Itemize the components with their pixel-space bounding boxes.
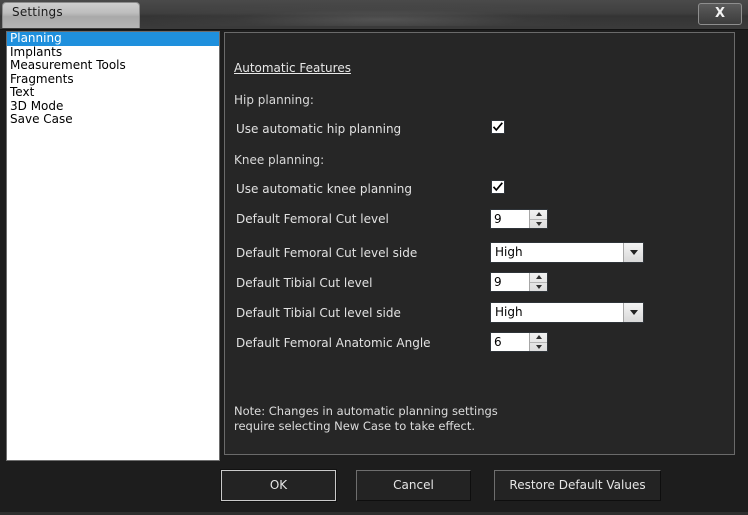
spinner-buttons-femoral-cut-level[interactable] [529,210,547,228]
ok-button[interactable]: OK [220,469,337,502]
label-use-automatic-knee-planning: Use automatic knee planning [236,182,412,196]
sidebar-item-fragments[interactable]: Fragments [7,72,219,87]
sidebar-item-planning[interactable]: Planning [7,32,219,46]
sidebar-item-text[interactable]: Text [7,85,219,100]
spinner-default-femoral-anatomic-angle[interactable]: 6 [490,332,548,352]
note-line-2: require selecting New Case to take effec… [234,419,475,433]
spinner-down-icon[interactable] [530,343,547,352]
dropdown-default-femoral-cut-level-side[interactable]: High [490,242,644,263]
chevron-down-icon[interactable] [623,303,643,322]
sidebar-item-implants[interactable]: Implants [7,45,219,60]
title-bar-background-glare [150,4,570,26]
label-default-tibial-cut-level: Default Tibial Cut level [236,276,373,290]
dropdown-value-femoral-cut-level-side: High [495,245,523,259]
title-bar: Settings X [0,0,748,30]
planning-settings-panel: Automatic Features Hip planning: Use aut… [224,32,735,455]
cancel-button[interactable]: Cancel [356,470,471,501]
spinner-value-femoral-cut-level[interactable]: 9 [491,210,529,228]
chevron-down-icon[interactable] [623,243,643,262]
dropdown-default-tibial-cut-level-side[interactable]: High [490,302,644,323]
spinner-up-icon[interactable] [530,333,547,343]
spinner-buttons-femoral-anatomic-angle[interactable] [529,333,547,351]
restore-default-values-button[interactable]: Restore Default Values [494,470,661,501]
spinner-buttons-tibial-cut-level[interactable] [529,273,547,291]
spinner-up-icon[interactable] [530,273,547,283]
spinner-down-icon[interactable] [530,283,547,292]
category-list[interactable]: Planning Implants Measurement Tools Frag… [6,31,220,461]
dropdown-value-tibial-cut-level-side: High [495,305,523,319]
spinner-default-femoral-cut-level[interactable]: 9 [490,209,548,229]
sidebar-item-save-case[interactable]: Save Case [7,112,219,127]
close-icon[interactable]: X [698,3,742,25]
spinner-value-tibial-cut-level[interactable]: 9 [491,273,529,291]
spinner-value-femoral-anatomic-angle[interactable]: 6 [491,333,529,351]
checkbox-use-automatic-knee-planning[interactable] [491,180,505,194]
spinner-up-icon[interactable] [530,210,547,220]
group-label-knee-planning: Knee planning: [234,153,325,167]
window-title: Settings [12,5,63,19]
check-icon [492,182,503,192]
sidebar-item-measurement-tools[interactable]: Measurement Tools [7,58,219,73]
note-text: Note: Changes in automatic planning sett… [234,404,564,434]
note-line-1: Note: Changes in automatic planning sett… [234,404,498,418]
sidebar-item-3d-mode[interactable]: 3D Mode [7,99,219,114]
group-label-hip-planning: Hip planning: [234,93,314,107]
label-default-femoral-cut-level: Default Femoral Cut level [236,212,389,226]
checkbox-use-automatic-hip-planning[interactable] [491,120,505,134]
spinner-default-tibial-cut-level[interactable]: 9 [490,272,548,292]
check-icon [492,122,503,132]
section-heading-automatic-features: Automatic Features [234,61,351,75]
spinner-down-icon[interactable] [530,220,547,229]
label-default-femoral-anatomic-angle: Default Femoral Anatomic Angle [236,336,431,350]
label-default-femoral-cut-level-side: Default Femoral Cut level side [236,246,418,260]
label-default-tibial-cut-level-side: Default Tibial Cut level side [236,306,401,320]
settings-dialog-window: Settings X Planning Implants Measurement… [0,0,748,515]
label-use-automatic-hip-planning: Use automatic hip planning [236,122,402,136]
